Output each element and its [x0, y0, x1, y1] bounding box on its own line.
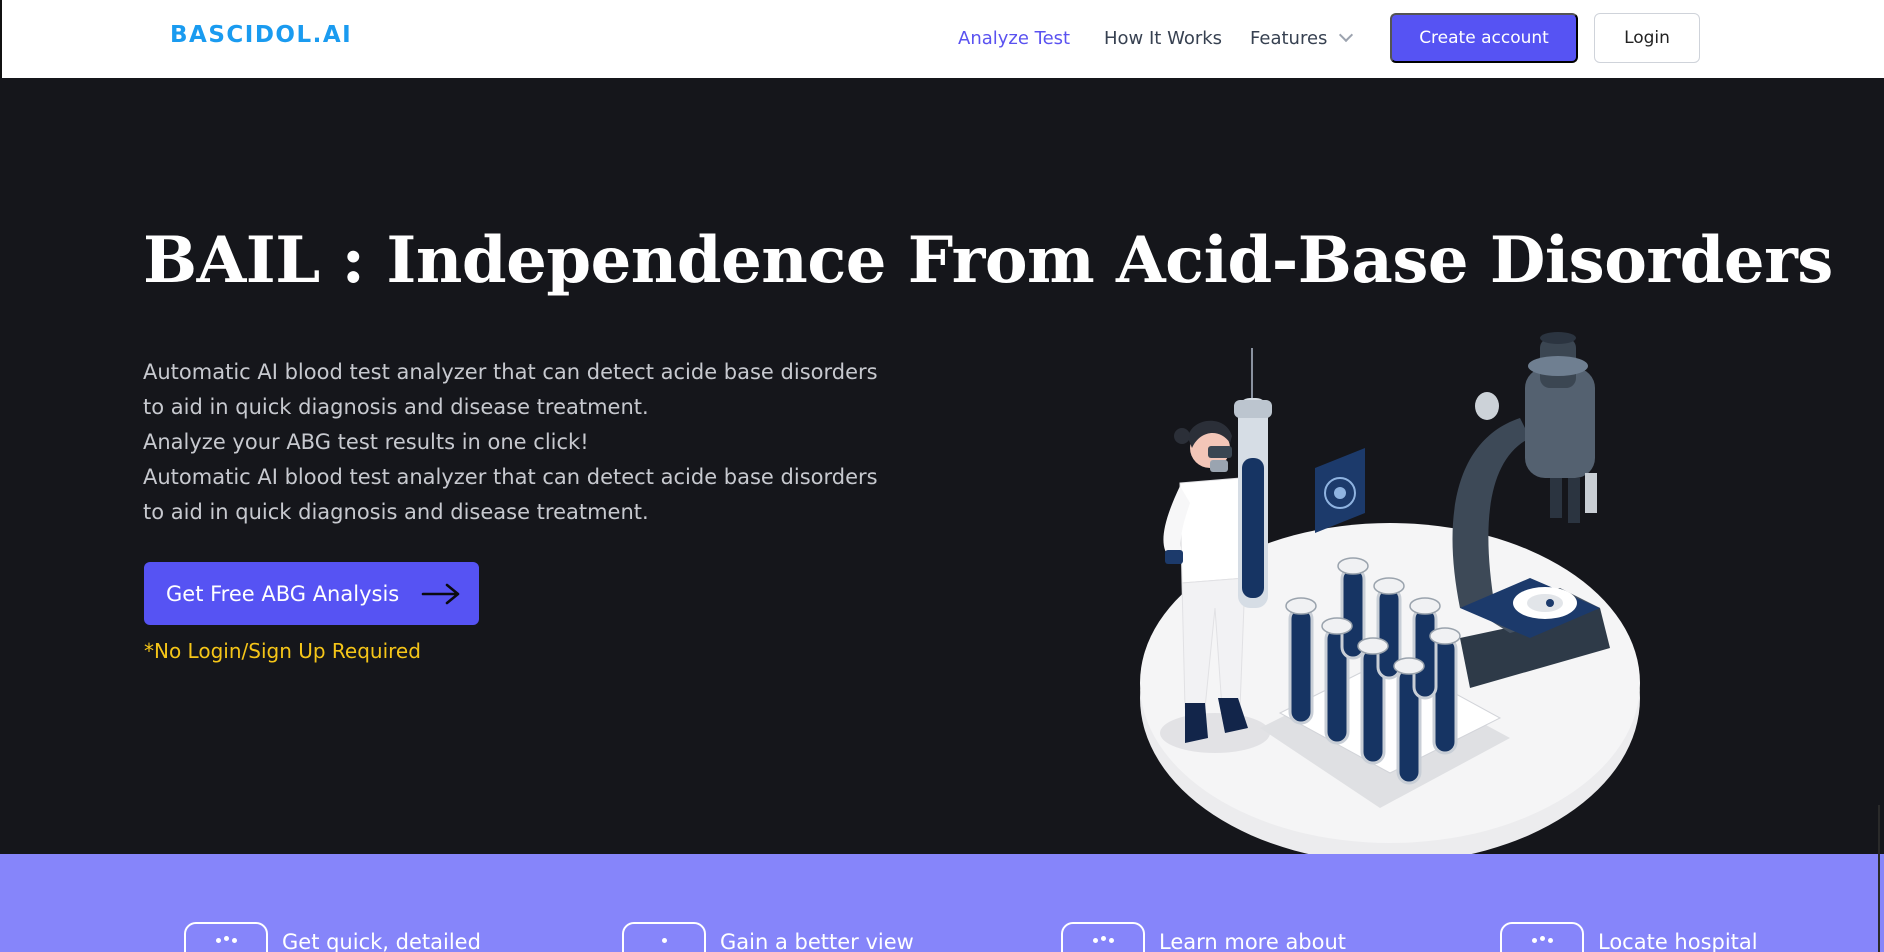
scrollbar[interactable] — [1878, 805, 1880, 952]
feature-text: Gain a better view — [720, 930, 914, 952]
users-icon — [184, 922, 268, 952]
eye-icon — [622, 922, 706, 952]
hero-description-line: Analyze your ABG test results in one cli… — [143, 430, 589, 454]
top-navbar: BASCIDOL.AI Analyze Test How It Works Fe… — [0, 0, 1884, 78]
nav-how-it-works[interactable]: How It Works — [1104, 28, 1222, 49]
login-button[interactable]: Login — [1594, 13, 1700, 63]
hero-section: BAIL : Independence From Acid-Base Disor… — [0, 78, 1884, 863]
nav-features-dropdown[interactable]: Features — [1250, 27, 1354, 49]
syringe-illustration — [1234, 348, 1272, 608]
virus-screen-illustration — [1315, 448, 1365, 533]
nav-features-label: Features — [1250, 28, 1328, 49]
brand-logo[interactable]: BASCIDOL.AI — [170, 22, 352, 48]
hero-description-line: Automatic AI blood test analyzer that ca… — [143, 465, 878, 489]
hero-title: BAIL : Independence From Acid-Base Disor… — [143, 223, 1833, 298]
feature-text: Locate hospital — [1598, 930, 1758, 952]
get-free-abg-analysis-button[interactable]: Get Free ABG Analysis — [144, 562, 479, 625]
feature-text: Learn more about — [1159, 930, 1347, 952]
lab-illustration — [1140, 332, 1640, 863]
arrow-right-icon — [421, 583, 460, 605]
microscope-illustration — [1452, 332, 1610, 688]
hero-description-line: to aid in quick diagnosis and disease tr… — [143, 500, 649, 524]
nav-analyze-test[interactable]: Analyze Test — [958, 28, 1070, 49]
create-account-button[interactable]: Create account — [1390, 13, 1578, 63]
hero-description-line: to aid in quick diagnosis and disease tr… — [143, 395, 649, 419]
no-login-note: *No Login/Sign Up Required — [144, 639, 421, 663]
users-icon — [1500, 922, 1584, 952]
cta-label: Get Free ABG Analysis — [166, 581, 400, 606]
users-icon — [1061, 922, 1145, 952]
hero-description-line: Automatic AI blood test analyzer that ca… — [143, 360, 878, 384]
features-strip: Get quick, detailed Gain a better view L… — [0, 854, 1884, 952]
chevron-down-icon — [1339, 27, 1354, 43]
feature-text: Get quick, detailed — [282, 930, 481, 952]
